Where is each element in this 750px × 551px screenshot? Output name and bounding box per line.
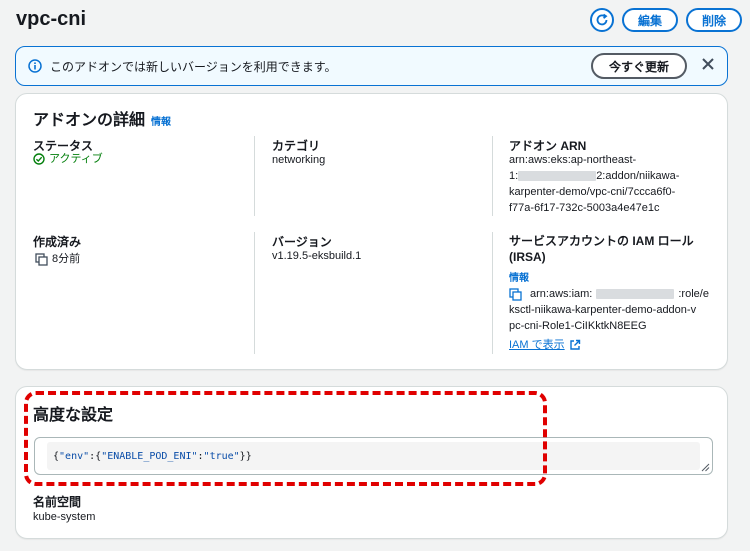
details-title-text: アドオンの詳細 <box>33 112 146 129</box>
redacted-account-id <box>596 289 675 299</box>
status-text: アクティブ <box>49 153 103 165</box>
irsa-label-line: サービスアカウントの IAM ロール <box>509 234 694 248</box>
category-value: networking <box>272 154 326 166</box>
details-title: アドオンの詳細 情報 <box>33 106 171 130</box>
check-circle-icon <box>33 153 45 165</box>
refresh-button[interactable] <box>589 8 614 32</box>
irsa-label-line: (IRSA) <box>509 250 546 264</box>
addon-arn-value: arn:aws:eks:ap-northeast- 1: 2:addon/niik… <box>509 152 709 216</box>
copy-icon[interactable] <box>509 287 522 301</box>
role-arn-suffix: :role/e <box>678 288 709 300</box>
close-icon[interactable] <box>701 57 715 71</box>
update-now-button[interactable]: 今すぐ更新 <box>590 53 687 79</box>
irsa-role-arn: arn:aws:iam: :role/e ksctl-niikawa-karpen… <box>509 286 719 353</box>
resize-handle-icon[interactable] <box>701 463 710 472</box>
role-arn-line: ksctl-niikawa-karpenter-demo-addon-v <box>509 304 697 316</box>
page-title: vpc-cni <box>16 8 87 30</box>
created-value: 8分前 <box>35 251 80 267</box>
divider <box>254 232 255 354</box>
role-arn-line: pc-cni-Role1-CiIKktkN8EEG <box>509 320 647 332</box>
info-icon <box>28 59 42 73</box>
arn-suffix: 2:addon/niikawa- <box>596 170 680 182</box>
arn-prefix: 1: <box>509 170 519 182</box>
divider <box>492 232 493 354</box>
redacted-account-id <box>518 171 597 182</box>
arn-line: 1: 2:addon/niikawa- <box>509 168 709 184</box>
addon-details-card: アドオンの詳細 情報 ステータス アクティブ カテゴリ networking アド… <box>15 93 728 370</box>
irsa-info-link[interactable]: 情報 <box>509 271 529 287</box>
irsa-label: サービスアカウントの IAM ロール (IRSA) <box>509 233 694 265</box>
divider <box>254 136 255 216</box>
arn-line: arn:aws:eks:ap-northeast- <box>509 154 637 166</box>
arn-line: f77a-6f17-732c-5003a4e47e1c <box>509 202 660 214</box>
status-value: アクティブ <box>33 151 103 167</box>
created-text: 8分前 <box>52 253 81 265</box>
refresh-icon <box>596 13 608 26</box>
highlight-annotation <box>24 391 547 486</box>
view-in-iam-link[interactable]: IAM で表示 <box>509 337 719 353</box>
namespace-label: 名前空間 <box>33 495 82 509</box>
external-link-icon <box>569 339 580 350</box>
namespace-value: kube-system <box>33 511 96 523</box>
banner-message: このアドオンでは新しいバージョンを利用できます。 <box>50 59 337 74</box>
update-banner: このアドオンでは新しいバージョンを利用できます。 今すぐ更新 <box>15 46 728 86</box>
created-label: 作成済み <box>33 235 82 249</box>
copy-icon <box>35 252 48 266</box>
header-actions: 編集 削除 <box>589 8 742 32</box>
role-arn-line: arn:aws:iam: :role/e <box>509 286 719 302</box>
version-value: v1.19.5-eksbuild.1 <box>272 250 362 262</box>
details-info-link[interactable]: 情報 <box>151 117 171 128</box>
role-arn-prefix: arn:aws:iam: <box>530 288 593 300</box>
view-in-iam-text[interactable]: IAM で表示 <box>509 337 565 353</box>
arn-line: karpenter-demo/vpc-cni/7ccca6f0- <box>509 186 676 198</box>
edit-button[interactable]: 編集 <box>621 8 678 32</box>
delete-button[interactable]: 削除 <box>685 8 742 32</box>
divider <box>492 136 493 216</box>
